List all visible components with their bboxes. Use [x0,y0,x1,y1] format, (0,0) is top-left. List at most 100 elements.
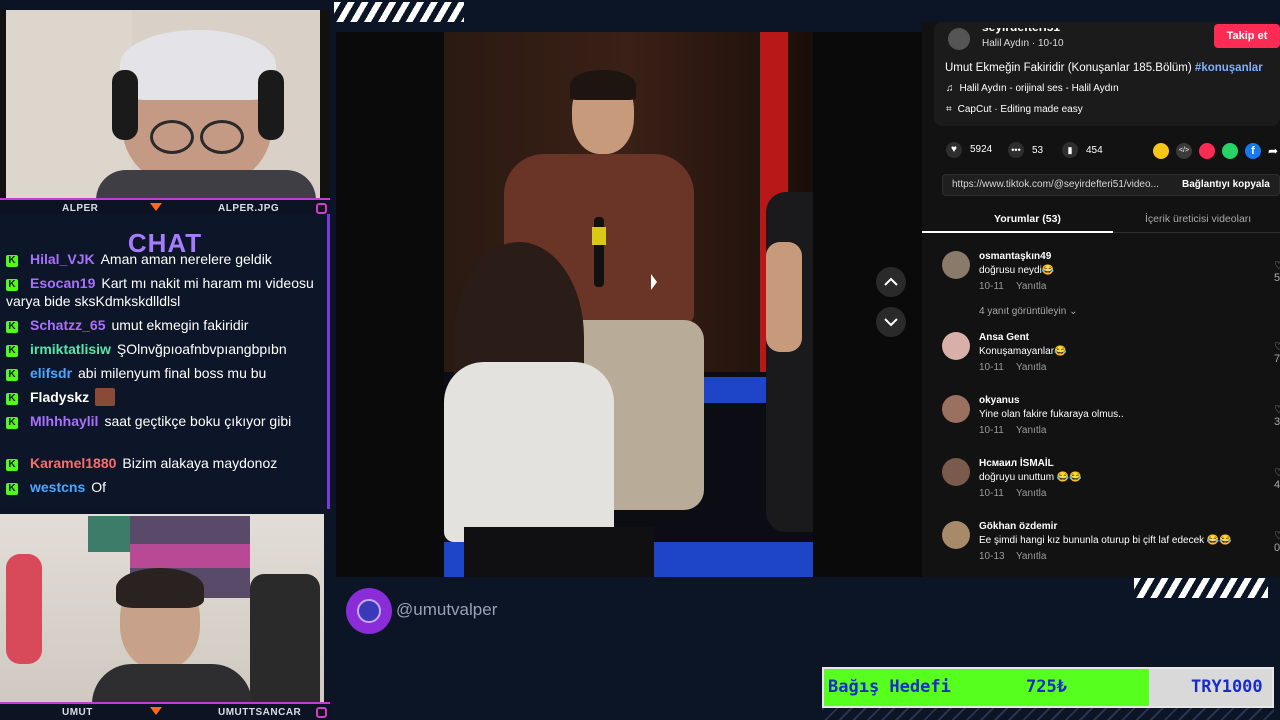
tab-comments[interactable]: Yorumlar (53) [994,213,1061,225]
send-icon[interactable] [1199,143,1215,159]
chat-text: Of [91,479,107,495]
comment-count: 53 [1032,145,1044,156]
next-video-button[interactable] [876,307,906,337]
social-handle: @umutvalper [396,600,498,619]
comment-username[interactable]: okyanus [979,395,1020,406]
chat-text: umut ekmegin fakiridir [111,317,249,333]
sound-line[interactable]: ♫ Halil Aydın - orijinal ses - Halil Aydı… [946,83,1119,94]
heart-icon: ♡ [1274,341,1280,353]
author-avatar[interactable] [948,28,970,50]
chat-username[interactable]: Esocan19 [30,275,95,291]
chat-message: K Schatzz_65 umut ekmegin fakiridir [6,316,321,334]
save-button[interactable]: ▮ 454 [1062,142,1103,158]
share-coin-icon[interactable] [1153,143,1169,159]
chair [250,574,320,702]
like-button[interactable]: ♥ 5924 [946,142,992,158]
globe-icon [357,599,381,623]
chat-username[interactable]: Karamel1880 [30,455,116,471]
comment-date: 10-13 [979,551,1005,562]
comment-button[interactable]: ••• 53 [1008,142,1043,158]
reply-button[interactable]: Yanıtla [1016,488,1046,499]
heart-icon: ♥ [946,142,962,158]
kick-icon: K [6,483,18,495]
view-replies-button[interactable]: 4 yanıt görüntüleyin ⌄ [979,306,1077,317]
webcam-top [0,0,330,198]
tiktok-video[interactable] [444,32,813,577]
chat-message: K Mlhhhaylil saat geçtikçe boku çıkıyor gi… [6,412,321,430]
instagram-icon [316,707,327,718]
reply-button[interactable]: Yanıtla [1016,551,1046,562]
avatar[interactable] [942,332,970,360]
comment-like-count: 56 [1274,272,1280,284]
triangle-icon [150,203,162,211]
previous-video-button[interactable] [876,267,906,297]
decor-zigzag [822,708,1274,720]
kick-icon: K [6,459,18,471]
comment-like[interactable]: ♡71 [1274,340,1280,365]
video-url[interactable]: https://www.tiktok.com/@seyirdefteri51/v… [952,179,1159,190]
avatar[interactable] [942,251,970,279]
comment-date: 10-11 [979,362,1004,373]
chat-message: K Fladyskz [6,388,321,406]
chat-text: ŞOlnvğpıoafnbvpıangbpıbn [116,341,287,357]
chat-username[interactable]: Fladyskz [30,389,89,405]
cam-top-right-label: ALPER.JPG [218,202,280,214]
caption-text: Umut Ekmeğin Fakiridir (Konuşanlar 185.B… [945,62,1192,74]
follow-label: Takip et [1226,30,1268,42]
share-arrow-icon[interactable]: ➦ [1268,143,1280,159]
decor-stripes-bottom [1134,578,1268,598]
facebook-icon[interactable]: f [1245,143,1261,159]
capcut-line[interactable]: ⌗ CapCut · Editing made easy [946,104,1083,115]
donation-goal-bar: Bağış Hedefi 725₺ TRY1000 [822,667,1274,708]
comment-text: Konuşamayanlar😂 [979,346,1067,357]
comment-like[interactable]: ♡30 [1274,403,1280,428]
chat-username[interactable]: irmiktatlisiw [30,341,111,357]
comment-like[interactable]: ♡ 0 [1274,529,1280,554]
embed-icon[interactable]: </> [1176,143,1192,159]
chat-username[interactable]: Schatzz_65 [30,317,105,333]
kick-icon: K [6,321,18,333]
kick-icon: K [6,345,18,357]
avatar[interactable] [942,458,970,486]
microphone [6,554,42,664]
copy-link-button[interactable]: Bağlantıyı kopyala [1182,179,1270,190]
avatar[interactable] [942,521,970,549]
comment-username[interactable]: osmantaşkın49 [979,251,1051,262]
comment-username[interactable]: Gökhan özdemir [979,521,1057,532]
heart-icon: ♡ [1274,260,1280,272]
chat-username[interactable]: westcns [30,479,85,495]
comment-text: Yine olan fakire fukaraya olmus.. [979,409,1124,420]
comment-username[interactable]: Нсмаил İSMAİL [979,458,1054,469]
chat-username[interactable]: Mlhhhaylil [30,413,98,429]
comment-like-count: 71 [1274,353,1280,365]
comment-icon: ••• [1008,142,1024,158]
chat-username[interactable]: Hilal_VJK [30,251,95,267]
reply-button[interactable]: Yanıtla [1016,281,1046,292]
comment-text: doğruyu unuttum 😂😂 [979,472,1082,483]
chat-message: Kirmiktatlisiw ŞOlnvğpıoafnbvpıangbpıbn [6,340,321,358]
heart-icon: ♡ [1274,530,1280,542]
tab-creator-videos[interactable]: İçerik üreticisi videoları [1145,213,1251,225]
chat-username[interactable]: elifsdr [30,365,72,381]
donation-goal-target: TRY1000 [1191,677,1263,697]
decor-stripes-top [334,2,464,22]
streamer-hair [120,30,276,100]
audience-woman-top [444,362,614,542]
hashtag-link[interactable]: #konuşanlar [1195,62,1263,74]
bookmark-icon: ▮ [1062,142,1078,158]
reply-button[interactable]: Yanıtla [1016,425,1046,436]
glasses [150,120,194,154]
whatsapp-icon[interactable] [1222,143,1238,159]
emote-icon [95,388,116,406]
follow-button[interactable]: Takip et [1214,24,1280,48]
save-count: 454 [1086,145,1103,156]
comment-like[interactable]: ♡42 [1274,466,1280,491]
avatar[interactable] [942,395,970,423]
comment-username[interactable]: Ansa Gent [979,332,1029,343]
instagram-icon [316,203,327,214]
capcut-icon: ⌗ [946,104,952,115]
reply-button[interactable]: Yanıtla [1016,362,1046,373]
webcam-bottom [0,514,324,702]
comment-like-count: 42 [1274,479,1280,491]
comment-like[interactable]: ♡56 [1274,259,1280,284]
